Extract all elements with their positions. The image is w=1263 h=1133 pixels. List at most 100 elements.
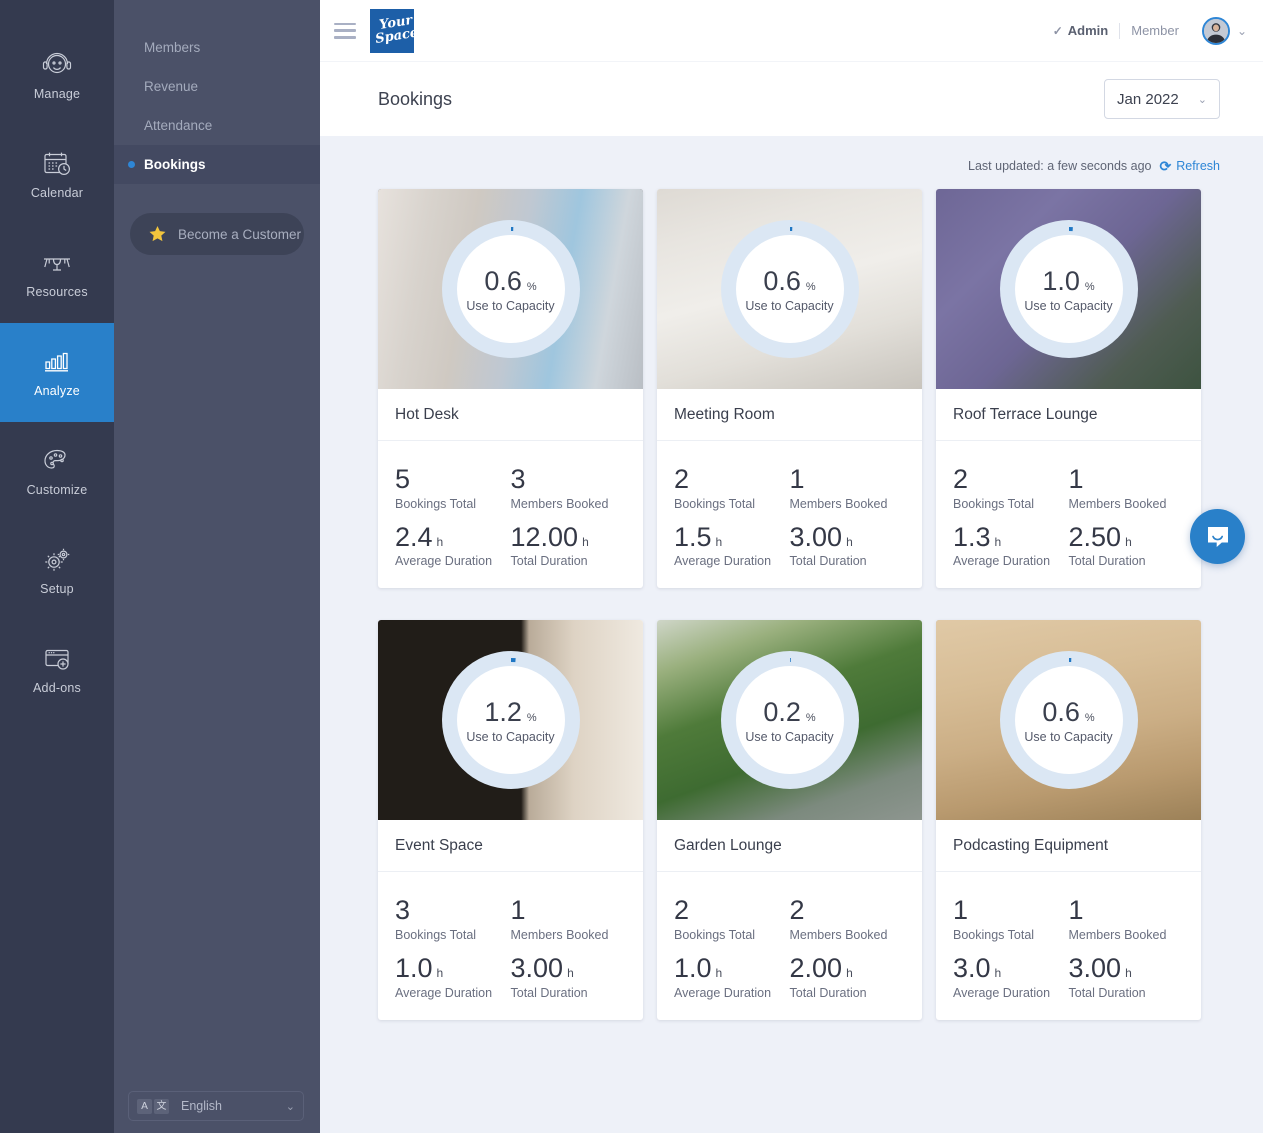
language-selector[interactable]: A 文 English ⌄ (128, 1091, 304, 1121)
percent-unit: % (1084, 711, 1095, 724)
rail-item-setup[interactable]: Setup (0, 521, 114, 620)
intercom-chat-icon[interactable] (1190, 509, 1245, 564)
stat-label: Total Duration (510, 985, 588, 1000)
stat-label: Bookings Total (674, 928, 756, 943)
sidebar-item-attendance[interactable]: Attendance (114, 106, 320, 145)
brand-logo[interactable]: Your Space (370, 8, 414, 53)
stat-label: Average Duration (674, 985, 772, 1000)
chevron-down-icon[interactable]: ⌄ (1237, 24, 1247, 38)
calendar-clock-icon (40, 149, 74, 179)
stat-members-booked: 1 Members Booked (511, 884, 627, 942)
stat-label: Average Duration (953, 554, 1051, 569)
booking-cards-grid: 0.6 % Use to Capacity Hot Desk 5 Booking… (378, 189, 1220, 1020)
card-media: 0.6 % Use to Capacity (936, 620, 1201, 821)
hour-unit: h (846, 966, 853, 981)
stat-value: 1 (510, 895, 526, 926)
capacity-value-row: 0.6 % (1042, 697, 1094, 728)
rail-item-addons[interactable]: Add-ons (0, 620, 114, 719)
booking-card[interactable]: 0.2 % Use to Capacity Garden Lounge 2 Bo… (657, 620, 922, 1020)
stat-value: 3.0 (953, 953, 991, 984)
stat-row-counts: 2 Bookings Total 1 Members Booked (674, 453, 905, 511)
stat-label: Members Booked (510, 928, 609, 943)
stat-value-row: 3 (395, 896, 511, 926)
hamburger-menu-icon[interactable] (334, 22, 356, 39)
card-media: 1.0 % Use to Capacity (936, 189, 1201, 389)
bar-chart-icon (40, 347, 74, 377)
stat-value: 1 (1068, 464, 1084, 494)
booking-card[interactable]: 1.2 % Use to Capacity Event Space 3 Book… (378, 620, 643, 1020)
rail-item-manage[interactable]: Manage (0, 26, 114, 125)
rail-item-customize[interactable]: Customize (0, 422, 114, 521)
booking-card[interactable]: 0.6 % Use to Capacity Meeting Room 2 Boo… (657, 189, 922, 589)
role-member-label: Member (1131, 23, 1179, 38)
period-selector[interactable]: Jan 2022 ⌄ (1104, 79, 1220, 119)
stat-label: Total Duration (1068, 985, 1146, 1000)
stat-value-row: 2.50 h (1069, 522, 1185, 553)
stat-average-duration: 1.5 h Average Duration (674, 511, 790, 569)
page-header: Bookings Jan 2022 ⌄ (320, 61, 1263, 136)
stat-value: 2.00 (789, 953, 843, 984)
capacity-caption: Use to Capacity (745, 298, 834, 313)
hour-unit: h (567, 966, 574, 981)
capacity-caption: Use to Capacity (1024, 729, 1113, 744)
capacity-readout: 0.6 % Use to Capacity (721, 220, 859, 358)
capacity-gauge: 1.0 % Use to Capacity (999, 220, 1138, 358)
rail-item-resources[interactable]: Resources (0, 224, 114, 323)
rail-top-spacer (0, 0, 114, 26)
stat-bookings-total: 1 Bookings Total (953, 884, 1069, 942)
stat-value: 1.3 (953, 521, 991, 552)
hour-unit: h (715, 534, 723, 549)
stat-value: 1 (789, 464, 805, 494)
stat-row-counts: 1 Bookings Total 1 Members Booked (953, 884, 1184, 942)
become-a-customer-button[interactable]: Become a Customer (130, 213, 304, 255)
stat-value: 1 (1068, 895, 1084, 926)
sidebar-item-members[interactable]: Members (114, 28, 320, 67)
role-toggle-member[interactable]: Member (1120, 23, 1190, 38)
stat-value-row: 1 (1069, 896, 1185, 926)
sidebar-item-bookings[interactable]: Bookings (114, 145, 320, 184)
sidebar-item-revenue[interactable]: Revenue (114, 67, 320, 106)
stat-total-duration: 2.50 h Total Duration (1069, 511, 1185, 568)
stat-members-booked: 3 Members Booked (510, 453, 627, 511)
rail-item-calendar[interactable]: Calendar (0, 125, 114, 224)
stat-value-row: 1 (511, 896, 627, 926)
rail-item-label: Analyze (34, 384, 80, 398)
stat-value-row: 3.00 h (1069, 953, 1185, 984)
booking-card[interactable]: 1.0 % Use to Capacity Roof Terrace Loung… (936, 189, 1201, 589)
content-area: Last updated: a few seconds ago ⟳ Refres… (320, 136, 1263, 1020)
capacity-value: 1.0 (1042, 265, 1080, 296)
stat-label: Members Booked (789, 496, 888, 511)
translate-glyph-latin: A (137, 1098, 152, 1114)
hour-unit: h (994, 966, 1002, 981)
browser-plus-icon (40, 644, 74, 674)
booking-card[interactable]: 0.6 % Use to Capacity Podcasting Equipme… (936, 620, 1201, 1020)
stat-value: 1.0 (674, 953, 712, 984)
stat-value: 3.00 (789, 521, 843, 552)
stat-row-counts: 2 Bookings Total 2 Members Booked (674, 884, 905, 942)
stat-value: 2 (674, 895, 690, 926)
refresh-button[interactable]: ⟳ Refresh (1159, 159, 1220, 173)
hour-unit: h (1125, 534, 1132, 549)
stat-value-row: 2 (790, 896, 906, 926)
stat-label: Members Booked (510, 496, 609, 511)
stat-value: 2 (953, 464, 969, 494)
secondary-sidebar: Members Revenue Attendance Bookings Beco… (114, 0, 320, 1133)
hour-unit: h (436, 966, 444, 981)
capacity-value: 0.6 (1042, 696, 1080, 727)
stat-value-row: 2.4 h (395, 522, 511, 553)
avatar[interactable] (1201, 16, 1230, 45)
rail-item-label: Setup (40, 582, 74, 596)
sidebar-item-label: Attendance (144, 118, 213, 133)
stat-label: Members Booked (1068, 496, 1167, 511)
rail-item-analyze[interactable]: Analyze (0, 323, 114, 422)
capacity-gauge: 1.2 % Use to Capacity (441, 651, 580, 790)
stat-value-row: 1.3 h (953, 521, 1069, 553)
stat-total-duration: 3.00 h Total Duration (789, 511, 906, 568)
stat-label: Average Duration (674, 554, 772, 569)
stat-value-row: 2.00 h (789, 953, 906, 984)
capacity-gauge: 0.6 % Use to Capacity (999, 651, 1138, 790)
stat-value-row: 2 (674, 896, 790, 926)
role-toggle-admin[interactable]: ✓ Admin (1042, 23, 1120, 38)
booking-card[interactable]: 0.6 % Use to Capacity Hot Desk 5 Booking… (378, 189, 643, 589)
stat-value-row: 2 (953, 464, 1069, 495)
